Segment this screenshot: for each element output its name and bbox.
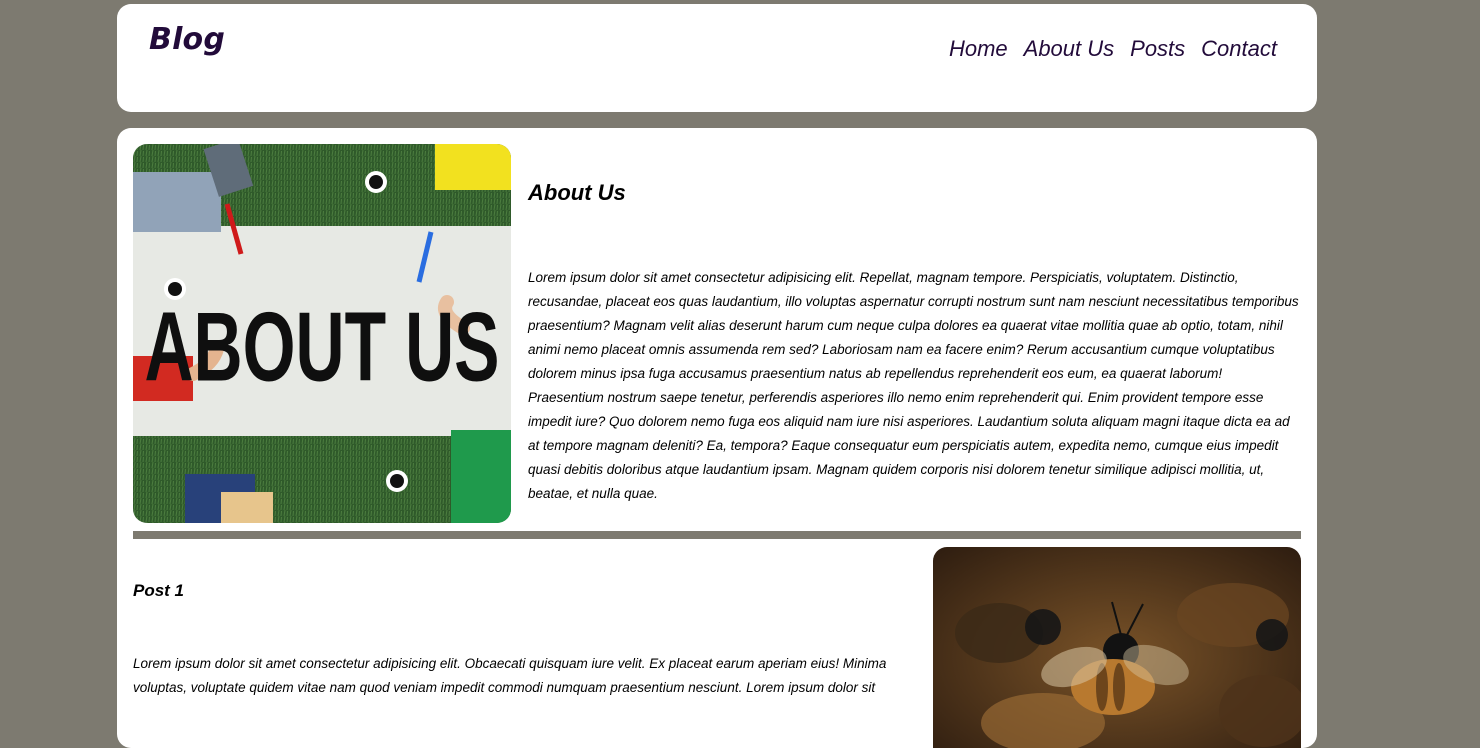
about-us-text: Lorem ipsum dolor sit amet consectetur a…	[528, 270, 1299, 501]
about-us-illustration: ABOUT US	[133, 144, 511, 523]
nav-contact[interactable]: Contact	[1201, 36, 1277, 62]
bees-illustration	[933, 547, 1301, 748]
post-1-text: Lorem ipsum dolor sit amet consectetur a…	[133, 656, 887, 695]
main-nav: Home About Us Posts Contact	[949, 36, 1277, 62]
about-us-image: ABOUT US	[133, 144, 511, 523]
about-image-heading: ABOUT US	[144, 291, 499, 402]
site-logo[interactable]: Blog	[149, 22, 225, 57]
nav-about-us[interactable]: About Us	[1024, 36, 1115, 62]
site-header: Blog Home About Us Posts Contact	[117, 4, 1317, 112]
post-1-image	[933, 547, 1301, 748]
post-1-title: Post 1	[133, 581, 185, 600]
about-us-title: About Us	[528, 180, 626, 206]
main-content: ABOUT US About Us Lorem ipsum dolor sit …	[117, 128, 1317, 748]
nav-home[interactable]: Home	[949, 36, 1008, 62]
nav-posts[interactable]: Posts	[1130, 36, 1185, 62]
section-divider	[133, 531, 1301, 539]
